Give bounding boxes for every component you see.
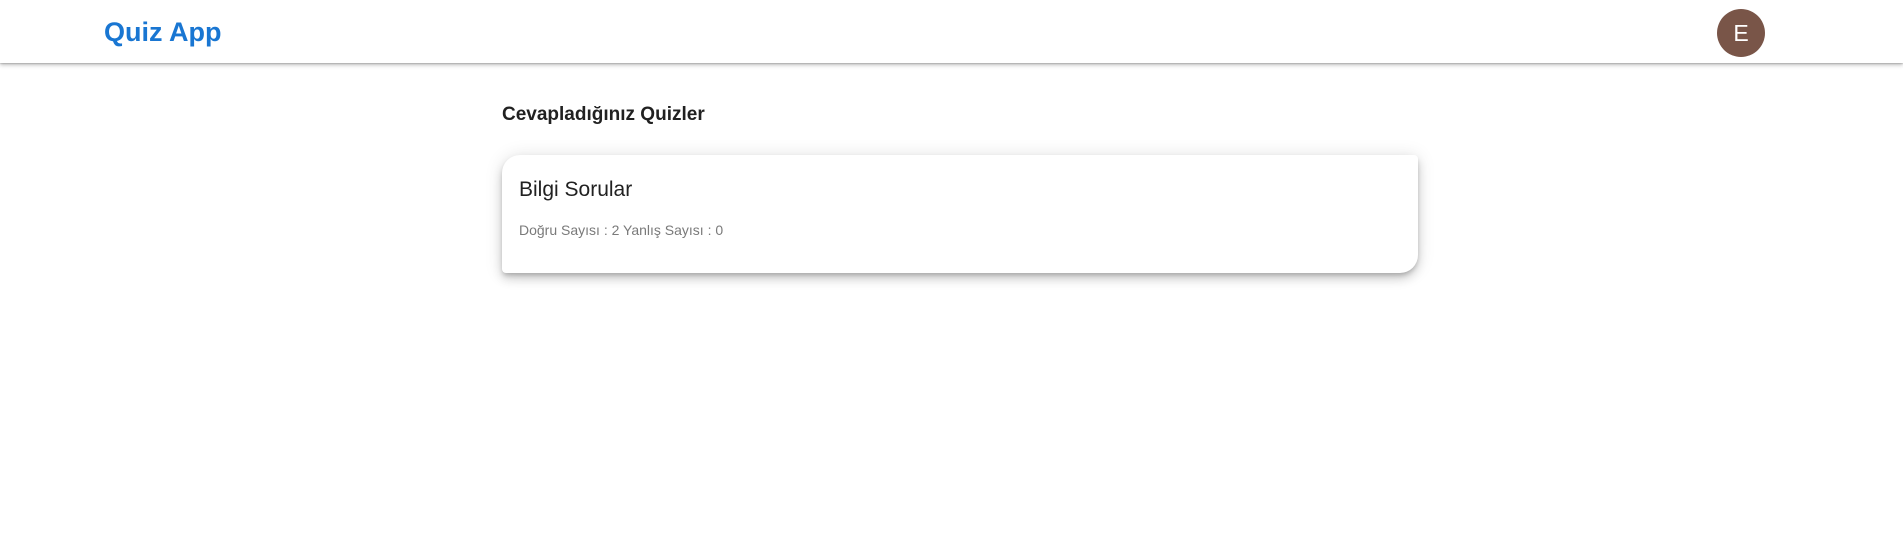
page-title: Cevapladığınız Quizler — [502, 104, 705, 125]
user-avatar[interactable]: E — [1717, 9, 1765, 57]
app-title[interactable]: Quiz App — [104, 15, 221, 49]
quiz-card[interactable]: Bilgi Sorular Doğru Sayısı : 2 Yanlış Sa… — [502, 155, 1418, 273]
app-bar: Quiz App E — [0, 0, 1903, 63]
quiz-card-title: Bilgi Sorular — [519, 178, 633, 201]
quiz-card-stats: Doğru Sayısı : 2 Yanlış Sayısı : 0 — [519, 222, 724, 238]
